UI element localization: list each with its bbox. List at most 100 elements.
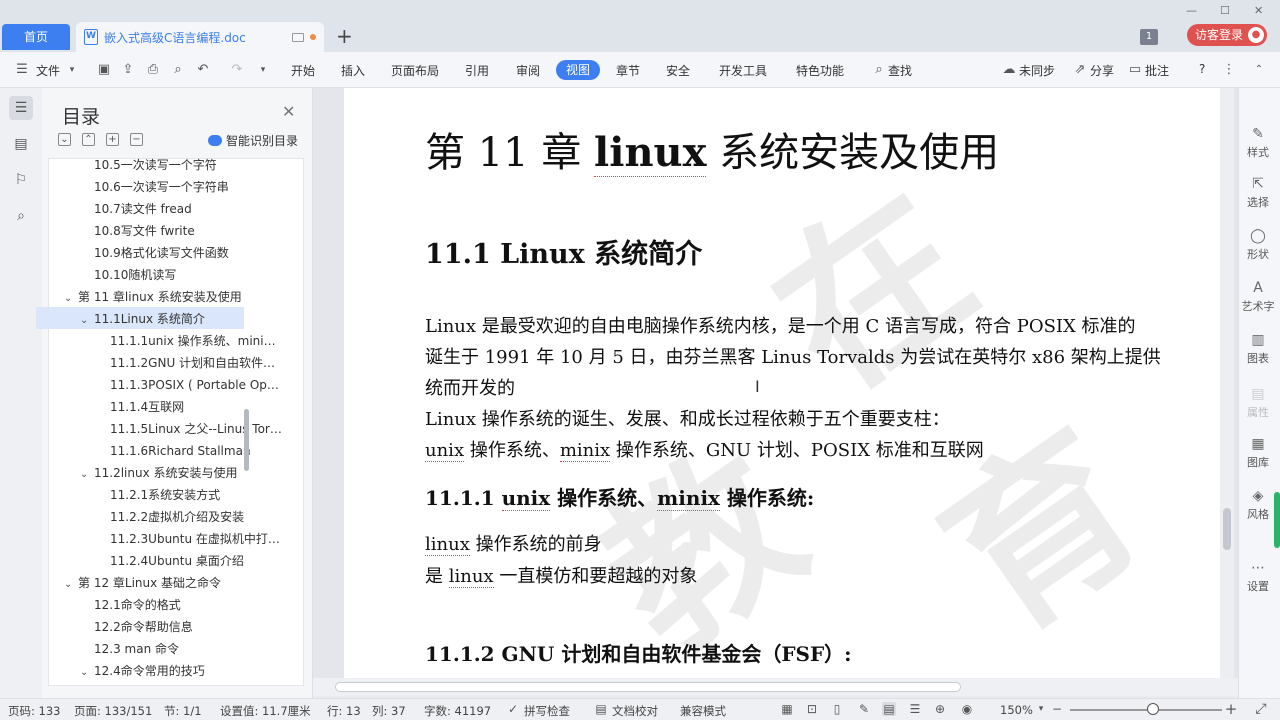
status-spellcheck[interactable]: 拼写检查 [524,703,570,719]
vertical-scroll-thumb[interactable] [1223,508,1231,550]
toc-item[interactable]: 10.10随机读写 [80,264,176,286]
status-setting[interactable]: 设置值: 11.7厘米 [220,703,311,719]
status-section[interactable]: 节: 1/1 [164,703,202,719]
window-count-badge[interactable]: 1 [1140,29,1158,45]
toc-item[interactable]: 10.9格式化读写文件函数 [80,242,229,264]
tab-document[interactable]: W 嵌入式高级C语言编程.doc [76,22,324,52]
more-chevron-icon[interactable]: ▾ [255,62,271,78]
menu-item-view[interactable]: 视图 [556,60,600,80]
right-rail-item[interactable]: ◈ 风格 [1238,488,1278,522]
right-rail-item[interactable]: ▤ 属性 [1238,386,1278,420]
guest-login-button[interactable]: 访客登录 ● [1187,24,1267,46]
smart-toc-button[interactable]: 智能识别目录 [208,132,298,149]
zoom-slider-knob[interactable] [1147,703,1159,715]
comment-button[interactable]: 批注 [1145,62,1169,79]
toc-item[interactable]: 11.1.3POSIX ( Portable Op… [96,374,279,396]
maximize-button[interactable]: ☐ [1220,4,1230,17]
zoom-out-icon[interactable]: − [1050,702,1064,716]
menu-item-review[interactable]: 审阅 [516,62,540,79]
menu-item-security[interactable]: 安全 [666,62,690,79]
status-page[interactable]: 页码: 133 [8,703,60,719]
right-rail-item[interactable]: ▥ 图表 [1238,332,1278,366]
add-heading-icon[interactable]: + [106,133,119,146]
status-col[interactable]: 列: 37 [372,703,406,719]
toc-item[interactable]: ⌄ 11.1Linux 系统简介 [80,308,205,330]
remove-heading-icon[interactable]: − [130,133,143,146]
share-button[interactable]: 分享 [1090,62,1114,79]
help-button[interactable]: ? [1199,62,1205,76]
toc-item[interactable]: 11.1.5Linux 之父--Linus Tor… [96,418,282,440]
outline-view-icon[interactable]: ☰ [908,702,922,716]
monitor-icon[interactable] [292,32,304,42]
reading-mode-icon[interactable]: ▯ [830,702,844,716]
menu-file[interactable]: 文件 [36,62,60,79]
horizontal-scrollbar[interactable] [313,678,1238,696]
horizontal-scroll-thumb[interactable] [335,682,961,692]
undo-icon[interactable]: ↶ [195,62,211,78]
hamburger-icon[interactable]: ☰ [14,62,30,78]
pages-icon[interactable]: ▤ [9,132,33,156]
menu-item-reference[interactable]: 引用 [465,62,489,79]
menu-search[interactable]: 查找 [888,62,912,79]
more-icon[interactable]: ⋮ [1221,62,1237,78]
toc-item[interactable]: 11.1.1unix 操作系统、mini… [96,330,276,352]
toc-item[interactable]: ⌄ 12.4命令常用的技巧 [80,660,205,682]
writing-mode-icon[interactable]: ✎ [857,702,871,716]
comment-icon[interactable]: ▭ [1127,62,1143,78]
toc-item[interactable]: ⌄ 第 12 章Linux 基础之命令 [64,572,221,594]
close-button[interactable]: ✕ [1254,4,1263,17]
right-rail-item[interactable]: ◯ 形状 [1238,228,1278,262]
menu-item-dev-tools[interactable]: 开发工具 [719,62,767,79]
toc-icon[interactable]: ☰ [9,96,33,120]
menu-item-start[interactable]: 开始 [291,62,315,79]
right-rail-item[interactable]: ⋯ 设置 [1238,560,1278,594]
chevron-down-icon[interactable]: ⌄ [64,288,78,310]
full-screen-icon[interactable]: ⊡ [805,702,819,716]
sync-status[interactable]: 未同步 [1019,62,1055,79]
new-tab-button[interactable]: + [336,24,353,48]
toc-item[interactable]: 10.6一次读写一个字符串 [80,176,229,198]
status-words[interactable]: 字数: 41197 [424,703,491,719]
tab-home[interactable]: 首页 [2,24,70,50]
collapse-ribbon-icon[interactable]: ⌃ [1251,62,1267,78]
redo-icon[interactable]: ↷ [229,62,245,78]
toc-item[interactable]: ⌄ 11.2linux 系统安装与使用 [80,462,238,484]
save-icon[interactable]: ▣ [96,62,112,78]
right-rail-item[interactable]: ⇱ 选择 [1238,176,1278,210]
chevron-down-icon[interactable]: ⌄ [80,662,94,684]
chevron-down-icon[interactable]: ⌄ [80,310,94,332]
print-layout-icon[interactable]: ▤ [882,702,896,716]
page-view-icon[interactable]: ▦ [780,702,794,716]
menu-item-insert[interactable]: 插入 [341,62,365,79]
right-rail-item[interactable]: ▦ 图库 [1238,436,1278,470]
status-proofread[interactable]: 文档校对 [612,703,658,719]
cloud-sync-icon[interactable]: ☁ [1001,62,1017,78]
status-row[interactable]: 行: 13 [327,703,361,719]
zoom-in-icon[interactable]: + [1224,702,1238,717]
print-icon[interactable]: ⎙ [145,62,161,78]
status-pages[interactable]: 页面: 133/151 [74,703,152,719]
search-icon[interactable]: ⌕ [871,62,887,78]
proofread-icon[interactable]: ▤ [594,702,608,716]
toc-scrollbar[interactable] [244,409,249,471]
toc-item[interactable]: 12.3 man 命令 [80,638,179,660]
toc-item[interactable]: 11.1.4互联网 [96,396,184,418]
toc-item[interactable]: 10.5一次读写一个字符 [80,154,217,176]
menu-item-page-layout[interactable]: 页面布局 [391,62,439,79]
vertical-scrollbar[interactable] [1220,88,1234,678]
zoom-slider[interactable] [1070,709,1222,711]
eye-protect-icon[interactable]: ◉ [960,702,974,716]
web-view-icon[interactable]: ⊕ [933,702,947,716]
minimize-button[interactable]: — [1186,4,1197,17]
print-preview-icon[interactable]: ⌕ [170,62,186,78]
expand-all-icon[interactable]: ⌃ [82,133,95,146]
right-rail-item[interactable]: ✎ 样式 [1238,126,1278,160]
spellcheck-icon[interactable]: ✓ [506,702,520,716]
toc-item[interactable]: 11.1.6Richard Stallman [96,440,251,462]
toc-item[interactable]: 12.2命令帮助信息 [80,616,193,638]
toc-item[interactable]: 10.8写文件 fwrite [80,220,195,242]
toc-item[interactable]: 10.7读文件 fread [80,198,192,220]
zoom-level[interactable]: 150% [1000,703,1033,717]
toc-item[interactable]: ⌄ 第 11 章linux 系统安装及使用 [64,286,242,308]
toc-item[interactable]: 11.1.2GNU 计划和自由软件… [96,352,275,374]
